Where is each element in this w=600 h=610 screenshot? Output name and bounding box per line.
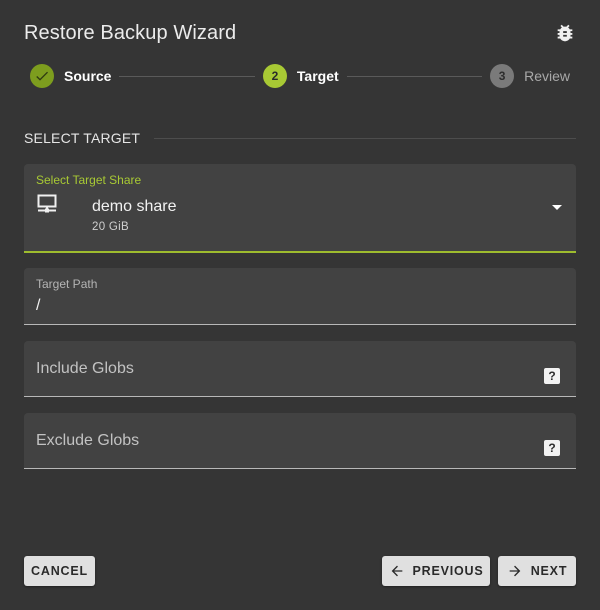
target-share-value: demo share <box>92 198 177 215</box>
cancel-button-label: CANCEL <box>31 564 88 578</box>
include-globs-field[interactable]: Include Globs ? <box>24 341 576 397</box>
step-review[interactable]: 3 Review <box>490 64 570 88</box>
step-number-review: 3 <box>490 64 515 88</box>
include-globs-label: Include Globs <box>36 360 134 377</box>
target-path-label: Target Path <box>36 277 98 291</box>
step-connector <box>119 75 255 77</box>
section-header: SELECT TARGET <box>24 128 576 148</box>
previous-button-label: PREVIOUS <box>412 564 484 578</box>
target-share-label: Select Target Share <box>36 173 142 187</box>
target-path-value[interactable]: / <box>36 297 40 315</box>
monitor-icon <box>37 194 57 213</box>
section-divider <box>154 137 576 139</box>
step-source[interactable]: Source <box>30 64 111 88</box>
section-heading: SELECT TARGET <box>24 130 141 146</box>
next-button[interactable]: NEXT <box>498 556 576 586</box>
step-label-source: Source <box>64 68 112 84</box>
help-icon[interactable]: ? <box>544 440 560 456</box>
dialog-title: Restore Backup Wizard <box>24 21 237 44</box>
cancel-button[interactable]: CANCEL <box>24 556 95 586</box>
previous-button[interactable]: PREVIOUS <box>382 556 490 586</box>
step-label-review: Review <box>524 68 570 84</box>
step-number-target: 2 <box>262 64 287 88</box>
check-icon <box>30 64 54 88</box>
target-share-select[interactable]: Select Target Share demo share 20 GiB <box>24 164 576 253</box>
step-connector <box>346 75 483 77</box>
arrow-left-icon <box>391 565 402 577</box>
bug-icon[interactable] <box>554 22 576 44</box>
target-path-field[interactable]: Target Path / <box>24 268 576 325</box>
wizard-stepper: Source 2 Target 3 Review <box>30 62 570 90</box>
help-icon[interactable]: ? <box>544 368 560 384</box>
exclude-globs-label: Exclude Globs <box>36 432 140 449</box>
step-target[interactable]: 2 Target <box>262 64 339 88</box>
arrow-right-icon <box>509 565 521 577</box>
chevron-down-icon[interactable] <box>552 205 562 210</box>
target-share-size: 20 GiB <box>92 221 129 233</box>
exclude-globs-field[interactable]: Exclude Globs ? <box>24 413 576 469</box>
dialog-header: Restore Backup Wizard <box>24 18 576 48</box>
step-label-target: Target <box>296 68 339 84</box>
restore-backup-dialog: Restore Backup Wizard Source 2 Target 3 … <box>0 0 600 610</box>
next-button-label: NEXT <box>530 564 568 578</box>
